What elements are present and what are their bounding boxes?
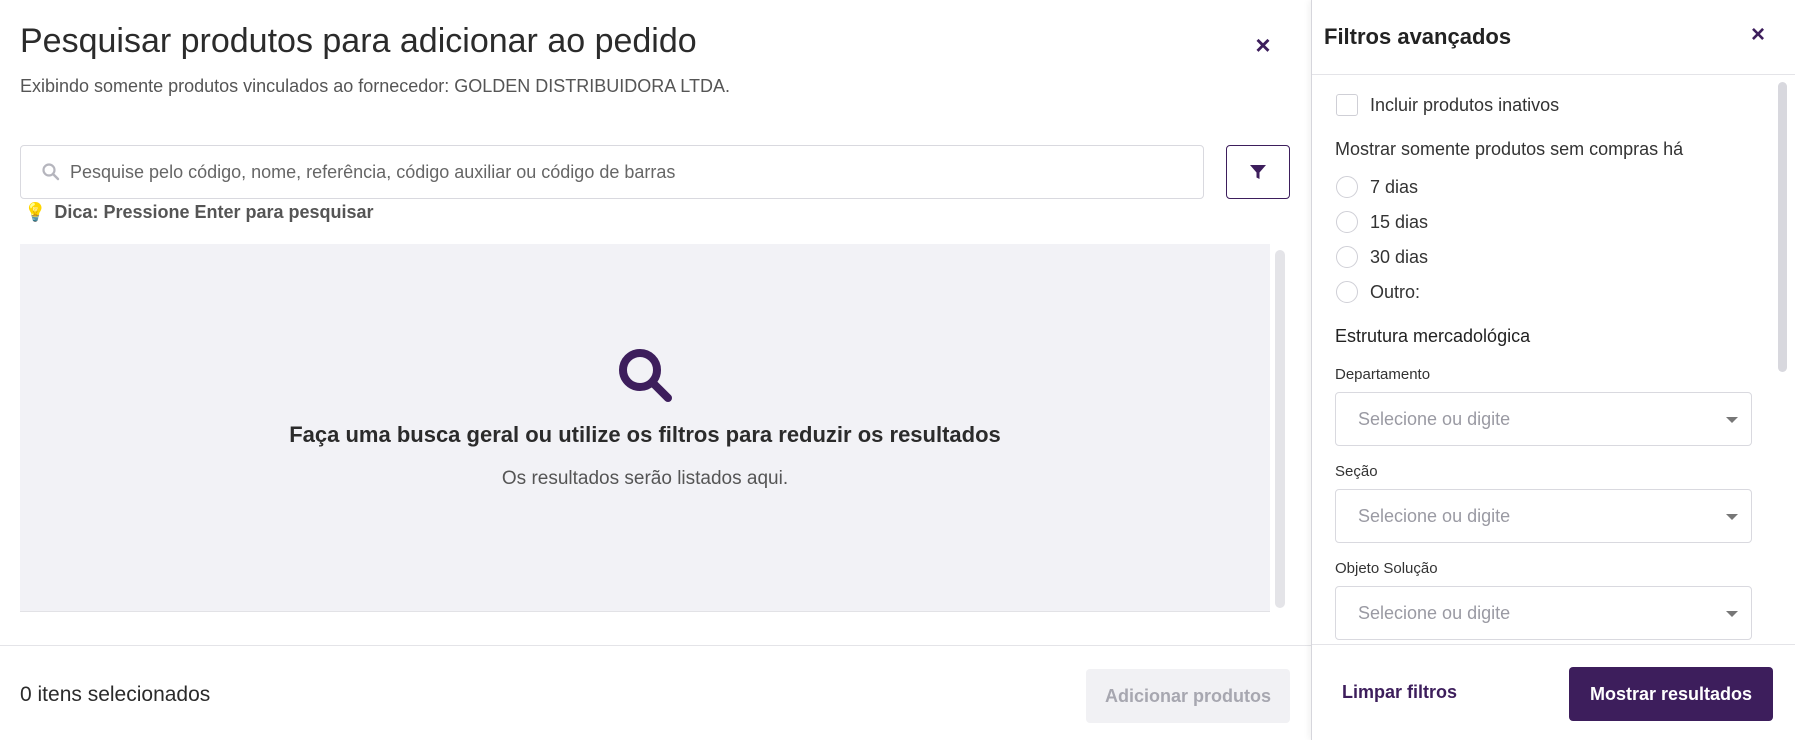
radio-7-days[interactable]: 7 dias bbox=[1336, 176, 1418, 198]
radio-label: 30 dias bbox=[1370, 246, 1429, 267]
modal-title: Pesquisar produtos para adicionar ao ped… bbox=[20, 22, 697, 60]
department-label: Departamento bbox=[1335, 366, 1431, 383]
tip-text: Dica: Pressione Enter para pesquisar bbox=[54, 202, 374, 222]
include-inactive-label: Incluir produtos inativos bbox=[1370, 94, 1560, 115]
object-solution-select[interactable]: Selecione ou digite bbox=[1335, 586, 1752, 640]
panel-footer-divider bbox=[1312, 644, 1795, 645]
select-placeholder: Selecione ou digite bbox=[1358, 603, 1511, 623]
advanced-filters-panel: Filtros avançados × Incluir produtos ina… bbox=[1311, 0, 1795, 740]
section-select[interactable]: Selecione ou digite bbox=[1335, 489, 1752, 543]
chevron-down-icon bbox=[1726, 611, 1738, 617]
structure-heading: Estrutura mercadológica bbox=[1335, 326, 1531, 346]
radio-button[interactable] bbox=[1336, 176, 1358, 198]
show-results-button[interactable]: Mostrar resultados bbox=[1569, 667, 1773, 721]
chevron-down-icon bbox=[1726, 514, 1738, 520]
panel-header-divider bbox=[1312, 74, 1795, 75]
filter-icon bbox=[1250, 165, 1266, 179]
department-select[interactable]: Selecione ou digite bbox=[1335, 392, 1752, 446]
product-search-modal: Pesquisar produtos para adicionar ao ped… bbox=[0, 0, 1311, 740]
empty-state-subtitle: Os resultados serão listados aqui. bbox=[501, 468, 789, 489]
footer-divider bbox=[0, 645, 1311, 646]
radio-30-days[interactable]: 30 dias bbox=[1336, 246, 1428, 268]
magnifier-icon bbox=[619, 349, 672, 402]
radio-other[interactable]: Outro: bbox=[1336, 281, 1420, 303]
section-label: Seção bbox=[1335, 463, 1378, 480]
checkbox[interactable] bbox=[1336, 94, 1358, 116]
results-scrollbar[interactable] bbox=[1275, 250, 1285, 608]
search-tip: 💡 Dica: Pressione Enter para pesquisar bbox=[24, 202, 374, 223]
radio-15-days[interactable]: 15 dias bbox=[1336, 211, 1428, 233]
root: Pesquisar produtos para adicionar ao ped… bbox=[0, 0, 1795, 740]
chevron-down-icon bbox=[1726, 417, 1738, 423]
include-inactive-checkbox[interactable]: Incluir produtos inativos bbox=[1336, 94, 1559, 116]
search-box[interactable] bbox=[20, 145, 1204, 199]
results-area: Faça uma busca geral ou utilize os filtr… bbox=[20, 244, 1270, 612]
supplier-subtitle: Exibindo somente produtos vinculados ao … bbox=[20, 76, 730, 96]
close-icon[interactable]: × bbox=[1248, 30, 1278, 60]
radio-button[interactable] bbox=[1336, 281, 1358, 303]
no-purchase-label: Mostrar somente produtos sem compras há bbox=[1335, 139, 1684, 159]
panel-scrollbar[interactable] bbox=[1778, 82, 1787, 372]
select-placeholder: Selecione ou digite bbox=[1358, 409, 1511, 429]
selected-count: 0 itens selecionados bbox=[20, 683, 211, 706]
panel-title: Filtros avançados bbox=[1324, 24, 1512, 49]
empty-state-title: Faça uma busca geral ou utilize os filtr… bbox=[289, 422, 1001, 447]
lightbulb-icon: 💡 bbox=[24, 202, 47, 222]
radio-label: 7 dias bbox=[1370, 176, 1419, 197]
radio-button[interactable] bbox=[1336, 211, 1358, 233]
close-icon[interactable]: × bbox=[1743, 20, 1773, 50]
add-products-button[interactable]: Adicionar produtos bbox=[1086, 669, 1290, 723]
radio-button[interactable] bbox=[1336, 246, 1358, 268]
search-icon bbox=[42, 163, 60, 181]
filter-button[interactable] bbox=[1226, 145, 1290, 199]
radio-label: 15 dias bbox=[1370, 211, 1429, 232]
select-placeholder: Selecione ou digite bbox=[1358, 506, 1511, 526]
object-solution-label: Objeto Solução bbox=[1335, 560, 1438, 577]
clear-filters-button[interactable]: Limpar filtros bbox=[1342, 682, 1457, 703]
search-input[interactable] bbox=[70, 146, 1190, 198]
radio-label: Outro: bbox=[1370, 281, 1421, 302]
